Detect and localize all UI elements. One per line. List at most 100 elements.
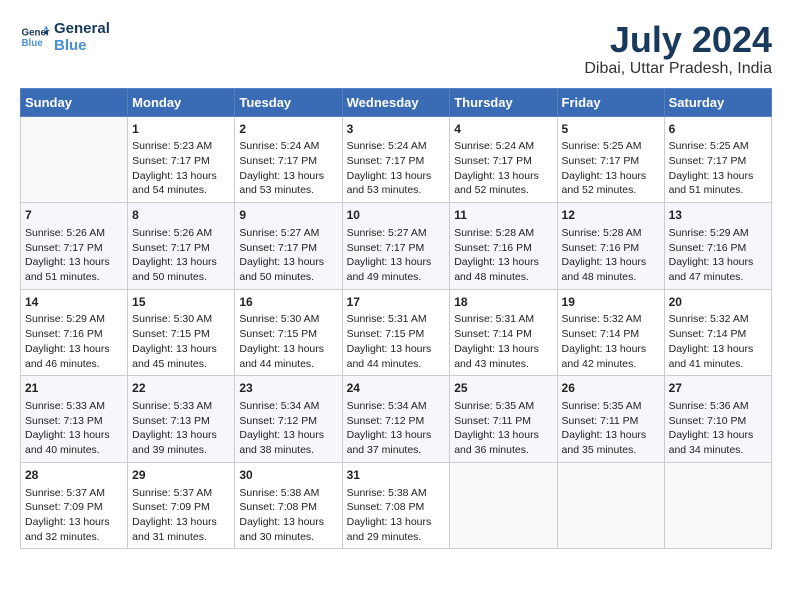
calendar-cell: 14 Sunrise: 5:29 AMSunset: 7:16 PMDayligh… <box>21 289 128 376</box>
day-number: 7 <box>25 207 123 224</box>
weekday-header: Monday <box>128 88 235 116</box>
day-number: 5 <box>562 121 660 138</box>
calendar-cell: 21 Sunrise: 5:33 AMSunset: 7:13 PMDayligh… <box>21 376 128 463</box>
day-number: 21 <box>25 380 123 397</box>
calendar-cell <box>557 462 664 549</box>
calendar-cell: 20 Sunrise: 5:32 AMSunset: 7:14 PMDayligh… <box>664 289 771 376</box>
calendar-cell: 12 Sunrise: 5:28 AMSunset: 7:16 PMDayligh… <box>557 203 664 290</box>
cell-info: Sunrise: 5:33 AMSunset: 7:13 PMDaylight:… <box>25 400 110 456</box>
logo-text-blue: Blue <box>54 37 110 54</box>
calendar-cell: 31 Sunrise: 5:38 AMSunset: 7:08 PMDayligh… <box>342 462 450 549</box>
calendar-cell: 17 Sunrise: 5:31 AMSunset: 7:15 PMDayligh… <box>342 289 450 376</box>
cell-info: Sunrise: 5:38 AMSunset: 7:08 PMDaylight:… <box>347 487 432 543</box>
cell-info: Sunrise: 5:32 AMSunset: 7:14 PMDaylight:… <box>669 313 754 369</box>
cell-info: Sunrise: 5:30 AMSunset: 7:15 PMDaylight:… <box>132 313 217 369</box>
cell-info: Sunrise: 5:27 AMSunset: 7:17 PMDaylight:… <box>239 227 324 283</box>
weekday-header: Tuesday <box>235 88 342 116</box>
calendar-cell: 10 Sunrise: 5:27 AMSunset: 7:17 PMDayligh… <box>342 203 450 290</box>
day-number: 24 <box>347 380 446 397</box>
title-block: July 2024 Dibai, Uttar Pradesh, India <box>584 20 772 78</box>
calendar-cell: 26Sunrise: 5:35 AMSunset: 7:11 PMDayligh… <box>557 376 664 463</box>
calendar-cell: 7 Sunrise: 5:26 AMSunset: 7:17 PMDaylight… <box>21 203 128 290</box>
day-number: 26 <box>562 380 660 397</box>
cell-info: Sunrise: 5:37 AMSunset: 7:09 PMDaylight:… <box>132 487 217 543</box>
cell-info: Sunrise: 5:34 AMSunset: 7:12 PMDaylight:… <box>239 400 324 456</box>
day-number: 10 <box>347 207 446 224</box>
calendar-cell: 18 Sunrise: 5:31 AMSunset: 7:14 PMDayligh… <box>450 289 557 376</box>
cell-info: Sunrise: 5:25 AMSunset: 7:17 PMDaylight:… <box>669 140 754 196</box>
header-row: SundayMondayTuesdayWednesdayThursdayFrid… <box>21 88 772 116</box>
cell-info: Sunrise: 5:31 AMSunset: 7:14 PMDaylight:… <box>454 313 539 369</box>
calendar-cell: 24 Sunrise: 5:34 AMSunset: 7:12 PMDayligh… <box>342 376 450 463</box>
location-title: Dibai, Uttar Pradesh, India <box>584 60 772 78</box>
page-header: General Blue General Blue July 2024 Diba… <box>20 20 772 78</box>
cell-info: Sunrise: 5:24 AMSunset: 7:17 PMDaylight:… <box>454 140 539 196</box>
cell-info: Sunrise: 5:34 AMSunset: 7:12 PMDaylight:… <box>347 400 432 456</box>
calendar-week-row: 1 Sunrise: 5:23 AMSunset: 7:17 PMDaylight… <box>21 116 772 203</box>
calendar-cell: 30 Sunrise: 5:38 AMSunset: 7:08 PMDayligh… <box>235 462 342 549</box>
day-number: 9 <box>239 207 337 224</box>
logo-text-general: General <box>54 20 110 37</box>
day-number: 23 <box>239 380 337 397</box>
calendar-cell <box>21 116 128 203</box>
calendar-cell: 11 Sunrise: 5:28 AMSunset: 7:16 PMDayligh… <box>450 203 557 290</box>
cell-info: Sunrise: 5:28 AMSunset: 7:16 PMDaylight:… <box>454 227 539 283</box>
calendar-cell <box>450 462 557 549</box>
weekday-header: Friday <box>557 88 664 116</box>
calendar-cell: 8 Sunrise: 5:26 AMSunset: 7:17 PMDaylight… <box>128 203 235 290</box>
calendar-cell: 15Sunrise: 5:30 AMSunset: 7:15 PMDayligh… <box>128 289 235 376</box>
calendar-cell: 16 Sunrise: 5:30 AMSunset: 7:15 PMDayligh… <box>235 289 342 376</box>
day-number: 20 <box>669 294 767 311</box>
day-number: 4 <box>454 121 552 138</box>
cell-info: Sunrise: 5:26 AMSunset: 7:17 PMDaylight:… <box>25 227 110 283</box>
calendar-cell: 2Sunrise: 5:24 AMSunset: 7:17 PMDaylight… <box>235 116 342 203</box>
day-number: 3 <box>347 121 446 138</box>
calendar-table: SundayMondayTuesdayWednesdayThursdayFrid… <box>20 88 772 550</box>
cell-info: Sunrise: 5:29 AMSunset: 7:16 PMDaylight:… <box>669 227 754 283</box>
cell-info: Sunrise: 5:29 AMSunset: 7:16 PMDaylight:… <box>25 313 110 369</box>
day-number: 6 <box>669 121 767 138</box>
day-number: 11 <box>454 207 552 224</box>
calendar-cell: 3 Sunrise: 5:24 AMSunset: 7:17 PMDaylight… <box>342 116 450 203</box>
day-number: 13 <box>669 207 767 224</box>
cell-info: Sunrise: 5:31 AMSunset: 7:15 PMDaylight:… <box>347 313 432 369</box>
day-number: 14 <box>25 294 123 311</box>
calendar-cell: 28Sunrise: 5:37 AMSunset: 7:09 PMDayligh… <box>21 462 128 549</box>
cell-info: Sunrise: 5:25 AMSunset: 7:17 PMDaylight:… <box>562 140 647 196</box>
calendar-cell: 23 Sunrise: 5:34 AMSunset: 7:12 PMDayligh… <box>235 376 342 463</box>
cell-info: Sunrise: 5:27 AMSunset: 7:17 PMDaylight:… <box>347 227 432 283</box>
calendar-week-row: 7 Sunrise: 5:26 AMSunset: 7:17 PMDaylight… <box>21 203 772 290</box>
calendar-cell: 29Sunrise: 5:37 AMSunset: 7:09 PMDayligh… <box>128 462 235 549</box>
day-number: 8 <box>132 207 230 224</box>
day-number: 17 <box>347 294 446 311</box>
calendar-cell: 5 Sunrise: 5:25 AMSunset: 7:17 PMDaylight… <box>557 116 664 203</box>
svg-text:Blue: Blue <box>22 38 44 49</box>
weekday-header: Thursday <box>450 88 557 116</box>
day-number: 12 <box>562 207 660 224</box>
cell-info: Sunrise: 5:23 AMSunset: 7:17 PMDaylight:… <box>132 140 217 196</box>
calendar-week-row: 28Sunrise: 5:37 AMSunset: 7:09 PMDayligh… <box>21 462 772 549</box>
cell-info: Sunrise: 5:30 AMSunset: 7:15 PMDaylight:… <box>239 313 324 369</box>
cell-info: Sunrise: 5:24 AMSunset: 7:17 PMDaylight:… <box>347 140 432 196</box>
cell-info: Sunrise: 5:26 AMSunset: 7:17 PMDaylight:… <box>132 227 217 283</box>
day-number: 16 <box>239 294 337 311</box>
calendar-cell: 25 Sunrise: 5:35 AMSunset: 7:11 PMDayligh… <box>450 376 557 463</box>
logo: General Blue General Blue <box>20 20 110 55</box>
cell-info: Sunrise: 5:38 AMSunset: 7:08 PMDaylight:… <box>239 487 324 543</box>
calendar-week-row: 21 Sunrise: 5:33 AMSunset: 7:13 PMDayligh… <box>21 376 772 463</box>
day-number: 18 <box>454 294 552 311</box>
calendar-cell: 9 Sunrise: 5:27 AMSunset: 7:17 PMDaylight… <box>235 203 342 290</box>
day-number: 30 <box>239 467 337 484</box>
day-number: 31 <box>347 467 446 484</box>
day-number: 1 <box>132 121 230 138</box>
day-number: 22 <box>132 380 230 397</box>
cell-info: Sunrise: 5:32 AMSunset: 7:14 PMDaylight:… <box>562 313 647 369</box>
cell-info: Sunrise: 5:35 AMSunset: 7:11 PMDaylight:… <box>454 400 539 456</box>
day-number: 25 <box>454 380 552 397</box>
weekday-header: Saturday <box>664 88 771 116</box>
day-number: 27 <box>669 380 767 397</box>
calendar-week-row: 14 Sunrise: 5:29 AMSunset: 7:16 PMDayligh… <box>21 289 772 376</box>
cell-info: Sunrise: 5:28 AMSunset: 7:16 PMDaylight:… <box>562 227 647 283</box>
month-title: July 2024 <box>584 20 772 60</box>
logo-icon: General Blue <box>20 22 50 52</box>
